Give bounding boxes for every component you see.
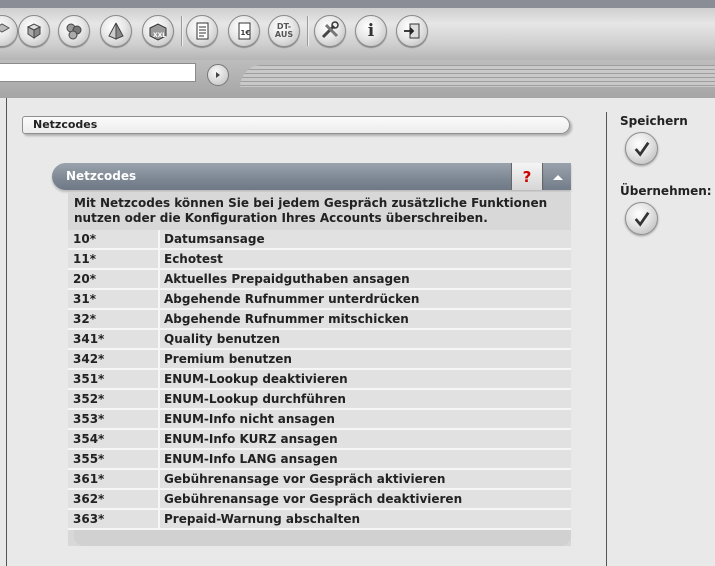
exit-icon[interactable] — [396, 15, 428, 47]
netzcode-description: Echotest — [160, 250, 571, 270]
save-button[interactable] — [625, 132, 658, 165]
netzcode-description: Gebührenansage vor Gespräch aktivieren — [160, 470, 571, 490]
netzcode-value: 11* — [68, 250, 160, 270]
netzcode-description: Abgehende Rufnummer unterdrücken — [160, 290, 571, 310]
left-divider — [6, 98, 7, 566]
netzcode-value: 341* — [68, 330, 160, 350]
netzcode-description: Premium benutzen — [160, 350, 571, 370]
netzcode-description: Gebührenansage vor Gespräch deaktivieren — [160, 490, 571, 510]
netzcode-value: 362* — [68, 490, 160, 510]
breadcrumb-label: Netzcodes — [33, 118, 98, 131]
table-row: 362* Gebührenansage vor Gespräch deaktivi… — [68, 490, 571, 510]
cube-icon[interactable] — [18, 15, 50, 47]
checkmark-icon — [634, 141, 649, 157]
netzcode-value: 20* — [68, 270, 160, 290]
apply-label: Übernehmen: — [620, 184, 712, 198]
table-row: 342* Premium benutzen — [68, 350, 571, 370]
toolbar: XXL 1€ DT- AUS i — [0, 0, 715, 98]
netzcode-value: 342* — [68, 350, 160, 370]
table-row: 353* ENUM-Info nicht ansagen — [68, 410, 571, 430]
right-divider — [606, 112, 607, 566]
toolbar-separator — [307, 16, 309, 46]
table-row: 341* Quality benutzen — [68, 330, 571, 350]
panel-body: Mit Netzcodes können Sie bei jedem Gespr… — [68, 192, 571, 546]
table-row: 20* Aktuelles Prepaidguthaben ansagen — [68, 270, 571, 290]
table-row: 31* Abgehende Rufnummer unterdrücken — [68, 290, 571, 310]
invoice-euro-icon[interactable]: 1€ — [228, 15, 260, 47]
netzcode-value: 361* — [68, 470, 160, 490]
chevron-up-icon — [552, 174, 563, 180]
save-label: Speichern — [620, 114, 688, 128]
netzcode-description: Prepaid-Warnung abschalten — [160, 510, 571, 530]
table-row: 361* Gebührenansage vor Gespräch aktivier… — [68, 470, 571, 490]
table-row: 32* Abgehende Rufnummer mitschicken — [68, 310, 571, 330]
panel-title: Netzcodes — [66, 169, 137, 183]
search-go-button[interactable] — [207, 64, 229, 86]
toolbar-decoration — [240, 65, 715, 87]
netzcode-description: ENUM-Lookup deaktivieren — [160, 370, 571, 390]
cubes-icon[interactable] — [58, 15, 90, 47]
netzcode-value: 354* — [68, 430, 160, 450]
collapse-button[interactable] — [544, 163, 571, 190]
info-icon[interactable]: i — [355, 15, 387, 47]
netzcode-description: ENUM-Info KURZ ansagen — [160, 430, 571, 450]
table-row: 10* Datumsansage — [68, 230, 571, 250]
netzcodes-table: 10* Datumsansage 11* Echotest 20* Aktuelles P… — [68, 230, 571, 530]
netzcode-description: ENUM-Lookup durchführen — [160, 390, 571, 410]
dt-aus-icon-label: DT- AUS — [274, 22, 294, 39]
netzcode-value: 31* — [68, 290, 160, 310]
netzcode-value: 32* — [68, 310, 160, 330]
netzcode-value: 355* — [68, 450, 160, 470]
table-row: 352* ENUM-Lookup durchführen — [68, 390, 571, 410]
netzcode-description: Quality benutzen — [160, 330, 571, 350]
apply-button[interactable] — [625, 202, 658, 235]
table-row: 354* ENUM-Info KURZ ansagen — [68, 430, 571, 450]
dt-aus-icon[interactable]: DT- AUS — [268, 15, 300, 47]
panel-header: Netzcodes ? — [52, 163, 571, 190]
table-row: 363* Prepaid-Warnung abschalten — [68, 510, 571, 530]
tools-icon[interactable] — [314, 15, 346, 47]
breadcrumb: Netzcodes — [22, 116, 570, 134]
netzcode-value: 353* — [68, 410, 160, 430]
netzcode-description: ENUM-Info LANG ansagen — [160, 450, 571, 470]
table-row: 351* ENUM-Lookup deaktivieren — [68, 370, 571, 390]
arrow-right-icon — [216, 72, 220, 78]
svg-text:1€: 1€ — [241, 29, 251, 37]
panel-footer — [74, 530, 571, 546]
toolbar-separator — [181, 16, 183, 46]
help-icon: ? — [522, 167, 532, 186]
pyramid-icon[interactable] — [100, 15, 132, 47]
netzcode-value: 352* — [68, 390, 160, 410]
box-xxl-icon[interactable]: XXL — [142, 15, 174, 47]
document-icon[interactable] — [186, 15, 218, 47]
netzcode-description: Abgehende Rufnummer mitschicken — [160, 310, 571, 330]
table-row: 355* ENUM-Info LANG ansagen — [68, 450, 571, 470]
search-input[interactable] — [0, 63, 196, 82]
netzcode-description: ENUM-Info nicht ansagen — [160, 410, 571, 430]
netzcode-value: 10* — [68, 230, 160, 250]
help-button[interactable]: ? — [511, 163, 543, 190]
svg-text:XXL: XXL — [153, 32, 166, 39]
netzcode-description: Datumsansage — [160, 230, 571, 250]
checkmark-icon — [634, 211, 649, 227]
info-icon-glyph: i — [367, 21, 375, 41]
netzcode-value: 363* — [68, 510, 160, 530]
panel-description: Mit Netzcodes können Sie bei jedem Gespr… — [74, 196, 548, 225]
netzcode-value: 351* — [68, 370, 160, 390]
netzcode-description: Aktuelles Prepaidguthaben ansagen — [160, 270, 571, 290]
table-row: 11* Echotest — [68, 250, 571, 270]
